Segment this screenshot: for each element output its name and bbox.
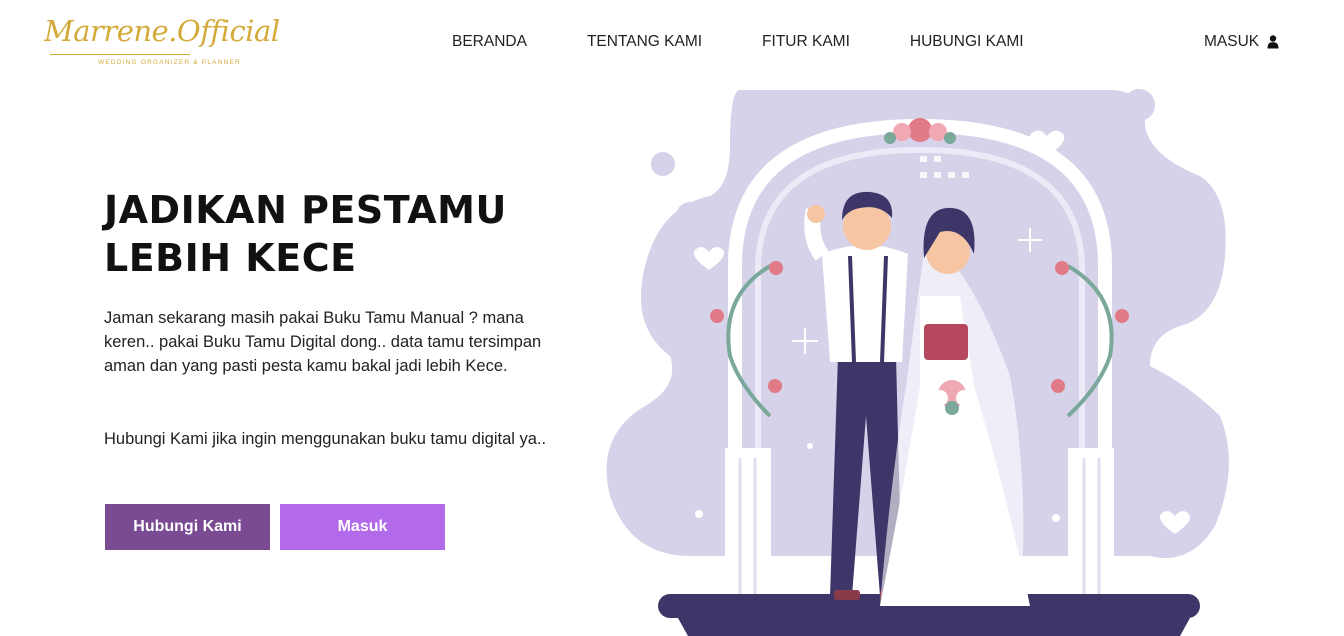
decor-circle [1123,89,1155,121]
brand-name: Marrene.Official [44,14,280,48]
nav-login-button[interactable]: MASUK [1204,33,1279,51]
hero-title-line-2: LEBIH KECE [104,236,357,280]
user-icon [1267,35,1279,49]
login-button[interactable]: Masuk [280,504,445,550]
nav-menu: BERANDA TENTANG KAMI FITUR KAMI HUBUNGI … [452,33,1024,53]
brand-tagline: WEDDING ORGANIZER & PLANNER [98,59,241,66]
hero-description: Jaman sekarang masih pakai Buku Tamu Man… [104,309,542,375]
nav-item-tentang-kami[interactable]: TENTANG KAMI [587,33,702,53]
navbar: Marrene.Official WEDDING ORGANIZER & PLA… [0,0,1344,84]
hero-title: JADIKAN PESTAMU LEBIH KECE [104,186,584,282]
nav-item-beranda[interactable]: BERANDA [452,33,527,53]
logo-underline [50,54,190,55]
pillar-left [725,448,771,608]
wedding-couple-illustration [590,86,1230,636]
contact-us-button[interactable]: Hubungi Kami [105,504,270,550]
brand-logo[interactable]: Marrene.Official WEDDING ORGANIZER & PLA… [44,14,280,70]
nav-item-fitur-kami[interactable]: FITUR KAMI [762,33,850,53]
flower [908,118,932,142]
decor-circle [676,202,704,230]
nav-login-label: MASUK [1204,33,1260,50]
nav-item-hubungi-kami[interactable]: HUBUNGI KAMI [910,33,1024,53]
decor-circle [651,152,675,176]
hero-contact-text: Hubungi Kami jika ingin menggunakan buku… [104,430,547,448]
hero-title-line-1: JADIKAN PESTAMU [104,188,507,232]
pillar-right [1068,448,1114,608]
